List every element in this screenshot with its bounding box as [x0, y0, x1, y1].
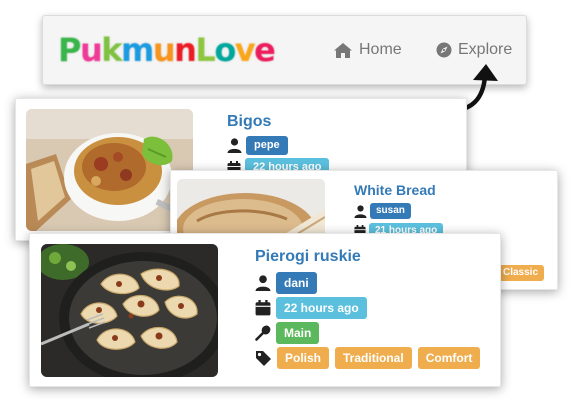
compass-icon	[436, 42, 452, 58]
recipe-title[interactable]: Bigos	[227, 113, 271, 131]
tags-row: Polish Traditional Comfort	[255, 347, 481, 369]
tag-badge[interactable]: Polish	[277, 347, 330, 369]
nav-explore-link[interactable]: Explore	[436, 38, 512, 62]
user-icon	[227, 138, 242, 153]
calendar-icon	[255, 300, 271, 316]
recipe-photo-pierogi[interactable]	[41, 244, 218, 377]
recipe-card-pierogi[interactable]: Pierogi ruskie dani 22 hours ago Main Po…	[29, 233, 501, 387]
user-icon	[354, 204, 367, 218]
time-row: 22 hours ago	[255, 297, 367, 319]
author-badge[interactable]: dani	[276, 272, 317, 294]
recipe-photo-white-bread[interactable]	[177, 179, 325, 239]
tag-icon	[256, 350, 271, 366]
course-badge[interactable]: Main	[276, 322, 320, 344]
author-badge[interactable]: susan	[370, 203, 411, 219]
recipe-title[interactable]: Pierogi ruskie	[255, 248, 361, 266]
spoon-icon	[255, 325, 271, 341]
author-row: dani	[255, 272, 317, 294]
recipe-photo-bigos[interactable]	[26, 109, 193, 231]
course-row: Main	[255, 322, 320, 344]
tag-badge[interactable]: Comfort	[417, 347, 481, 369]
home-icon	[334, 42, 352, 58]
nav-explore-label: Explore	[458, 41, 513, 58]
recipe-title[interactable]: White Bread	[354, 182, 436, 198]
user-icon	[255, 275, 271, 291]
brand-logo[interactable]: PukmunLove	[58, 28, 276, 72]
nav-home-label: Home	[359, 41, 402, 58]
author-badge[interactable]: pepe	[246, 136, 288, 155]
nav-home-link[interactable]: Home	[333, 38, 402, 62]
time-badge: 22 hours ago	[276, 297, 367, 319]
tag-badge[interactable]: Classic	[497, 265, 545, 281]
author-row: pepe	[227, 136, 288, 155]
author-row: susan	[354, 203, 411, 219]
tag-badge[interactable]: Traditional	[335, 347, 412, 369]
